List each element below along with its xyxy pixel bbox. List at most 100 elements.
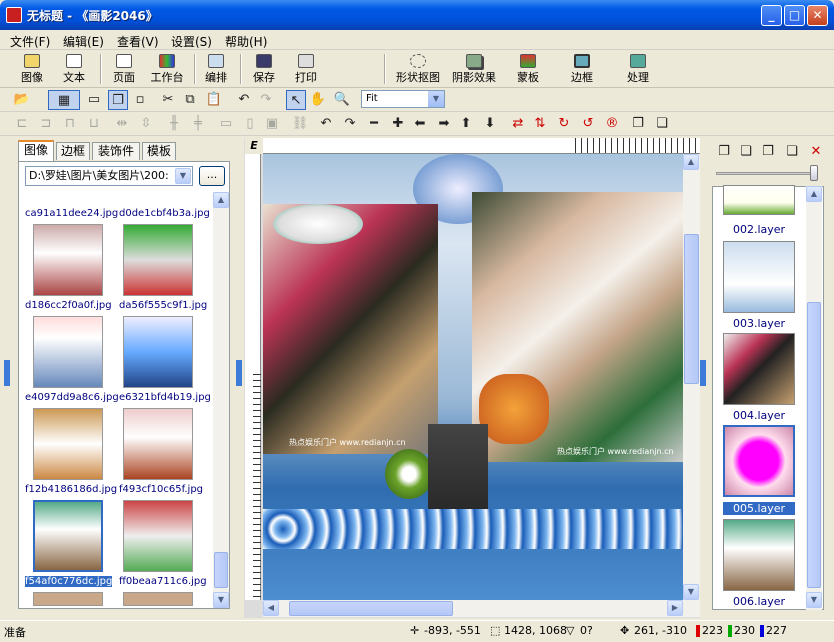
layers-scrollbar[interactable]: ▲ ▼ bbox=[806, 186, 822, 610]
page-button[interactable]: 页面 bbox=[106, 52, 142, 86]
paste-icon[interactable]: 📋 bbox=[204, 90, 224, 110]
left-splitter-handle[interactable] bbox=[4, 360, 10, 386]
border-button[interactable]: 边框 bbox=[566, 52, 598, 86]
cut-icon[interactable]: ✂ bbox=[158, 90, 178, 110]
tab-image[interactable]: 图像 bbox=[18, 140, 54, 161]
frame-small-icon[interactable]: ▫ bbox=[130, 90, 150, 110]
layer-thumbnail-selected[interactable] bbox=[723, 425, 795, 497]
opacity-slider-thumb[interactable] bbox=[810, 165, 818, 181]
image-button[interactable]: 图像 bbox=[14, 52, 50, 86]
shadow-effect-button[interactable]: 阴影效果 bbox=[448, 52, 500, 86]
monitor-icon[interactable]: ▭ bbox=[84, 90, 104, 110]
plus-icon[interactable]: ✚ bbox=[388, 114, 408, 134]
thumbnail-scrollbar[interactable]: ▲ ▼ bbox=[213, 192, 229, 608]
layer-thumbnail[interactable] bbox=[723, 185, 795, 215]
same-width-icon[interactable]: ▭ bbox=[216, 114, 236, 134]
browse-button[interactable]: ... bbox=[199, 166, 225, 186]
image-thumbnail[interactable] bbox=[33, 592, 103, 606]
file-name[interactable]: e6321bfd4b19.jpg bbox=[119, 392, 211, 403]
link-icon[interactable]: ⛓ bbox=[290, 114, 310, 134]
rotate-90-icon[interactable]: ↻ bbox=[554, 114, 574, 134]
path-select[interactable]: D:\罗娃\图片\美女图片\200: bbox=[25, 166, 193, 186]
opacity-slider-track[interactable] bbox=[716, 172, 816, 175]
minus-icon[interactable]: ━ bbox=[364, 114, 384, 134]
scroll-thumb[interactable] bbox=[289, 601, 453, 616]
scroll-up-icon[interactable]: ▲ bbox=[683, 154, 699, 170]
magnifier-icon[interactable]: 🔍 bbox=[332, 90, 352, 110]
image-thumbnail-selected[interactable] bbox=[33, 500, 103, 572]
arrange-button[interactable]: 编排 bbox=[200, 52, 232, 86]
hand-icon[interactable]: ✋ bbox=[308, 90, 328, 110]
delete-icon[interactable]: ✕ bbox=[806, 142, 826, 162]
layer-thumbnail[interactable] bbox=[723, 333, 795, 405]
layer-front-icon[interactable]: ❐ bbox=[108, 90, 128, 110]
menu-settings[interactable]: 设置(S) bbox=[171, 33, 212, 50]
distribute-h-icon[interactable]: ⇹ bbox=[112, 114, 132, 134]
open-folder-icon[interactable]: 📂 bbox=[12, 90, 32, 110]
scroll-up-icon[interactable]: ▲ bbox=[213, 192, 229, 208]
file-name[interactable]: f493cf10c65f.jpg bbox=[119, 484, 203, 495]
menu-edit[interactable]: 编辑(E) bbox=[63, 33, 104, 50]
image-thumbnail[interactable] bbox=[123, 316, 193, 388]
align-center-icon[interactable]: ⊐ bbox=[36, 114, 56, 134]
image-thumbnail[interactable] bbox=[123, 224, 193, 296]
send-back-icon[interactable]: ❏ bbox=[652, 114, 672, 134]
process-button[interactable]: 处理 bbox=[622, 52, 654, 86]
image-thumbnail[interactable] bbox=[33, 224, 103, 296]
layer-name[interactable]: 004.layer bbox=[723, 409, 795, 422]
distribute-v-icon[interactable]: ⇳ bbox=[136, 114, 156, 134]
flip-h-icon[interactable]: ⇄ bbox=[508, 114, 528, 134]
rotate-left-icon[interactable]: ↶ bbox=[316, 114, 336, 134]
arrow-right-icon[interactable]: ➡ bbox=[434, 114, 454, 134]
scroll-up-icon[interactable]: ▲ bbox=[806, 186, 822, 202]
file-name-selected[interactable]: f54af0c776dc.jpg bbox=[25, 576, 113, 587]
bring-front-icon[interactable]: ❐ bbox=[628, 114, 648, 134]
image-thumbnail[interactable] bbox=[123, 592, 193, 606]
chevron-down-icon[interactable]: ▼ bbox=[428, 91, 444, 107]
ruler-corner[interactable]: E bbox=[245, 138, 263, 154]
chevron-down-icon[interactable]: ▼ bbox=[175, 168, 191, 184]
layer-name[interactable]: 003.layer bbox=[723, 317, 795, 330]
workbench-button[interactable]: 工作台 bbox=[146, 52, 188, 86]
maximize-button[interactable]: □ bbox=[784, 5, 805, 26]
reset-icon[interactable]: ® bbox=[602, 114, 622, 134]
pointer-icon[interactable]: ↖ bbox=[286, 90, 306, 110]
file-name[interactable]: d0de1cbf4b3a.jpg bbox=[119, 208, 210, 219]
close-button[interactable]: ✕ bbox=[807, 5, 828, 26]
rotate-right-icon[interactable]: ↷ bbox=[340, 114, 360, 134]
image-thumbnail[interactable] bbox=[33, 316, 103, 388]
file-name[interactable]: f12b4186186d.jpg bbox=[25, 484, 117, 495]
file-name[interactable]: ca91a11dee24.jpg bbox=[25, 208, 118, 219]
layer-thumbnail[interactable] bbox=[723, 519, 795, 591]
menu-view[interactable]: 查看(V) bbox=[117, 33, 159, 50]
scroll-down-icon[interactable]: ▼ bbox=[683, 584, 699, 600]
mask-button[interactable]: 蒙板 bbox=[512, 52, 544, 86]
canvas-horizontal-scrollbar[interactable]: ◀ ▶ bbox=[263, 600, 700, 617]
file-name[interactable]: e4097dd9a8c6.jpg bbox=[25, 392, 119, 403]
right-collapse-handle[interactable] bbox=[700, 360, 706, 386]
text-button[interactable]: 文本 bbox=[56, 52, 92, 86]
scroll-thumb[interactable] bbox=[684, 234, 699, 384]
canvas-vertical-scrollbar[interactable]: ▲ ▼ bbox=[683, 154, 700, 600]
file-name[interactable]: ff0beaa711c6.jpg bbox=[119, 576, 207, 587]
minimize-button[interactable]: _ bbox=[761, 5, 782, 26]
save-button[interactable]: 保存 bbox=[248, 52, 280, 86]
image-thumbnail[interactable] bbox=[33, 408, 103, 480]
layer-thumbnail[interactable] bbox=[723, 241, 795, 313]
rotate-270-icon[interactable]: ↺ bbox=[578, 114, 598, 134]
align-top-icon[interactable]: ⊓ bbox=[60, 114, 80, 134]
align-bottom-icon[interactable]: ⊔ bbox=[84, 114, 104, 134]
tab-border[interactable]: 边框 bbox=[56, 142, 90, 160]
undo-icon[interactable]: ↶ bbox=[234, 90, 254, 110]
center-v-icon[interactable]: ╪ bbox=[188, 114, 208, 134]
left-collapse-handle[interactable] bbox=[236, 360, 242, 386]
copy-icon[interactable]: ⧉ bbox=[180, 90, 200, 110]
layer-group-icon[interactable]: ❏ bbox=[782, 142, 802, 162]
app-icon[interactable] bbox=[6, 7, 22, 23]
same-height-icon[interactable]: ▯ bbox=[240, 114, 260, 134]
scroll-thumb[interactable] bbox=[807, 302, 821, 588]
tab-template[interactable]: 模板 bbox=[142, 142, 176, 160]
align-left-icon[interactable]: ⊏ bbox=[12, 114, 32, 134]
tab-decoration[interactable]: 装饰件 bbox=[92, 142, 140, 160]
layer-name-selected[interactable]: 005.layer bbox=[723, 502, 795, 515]
